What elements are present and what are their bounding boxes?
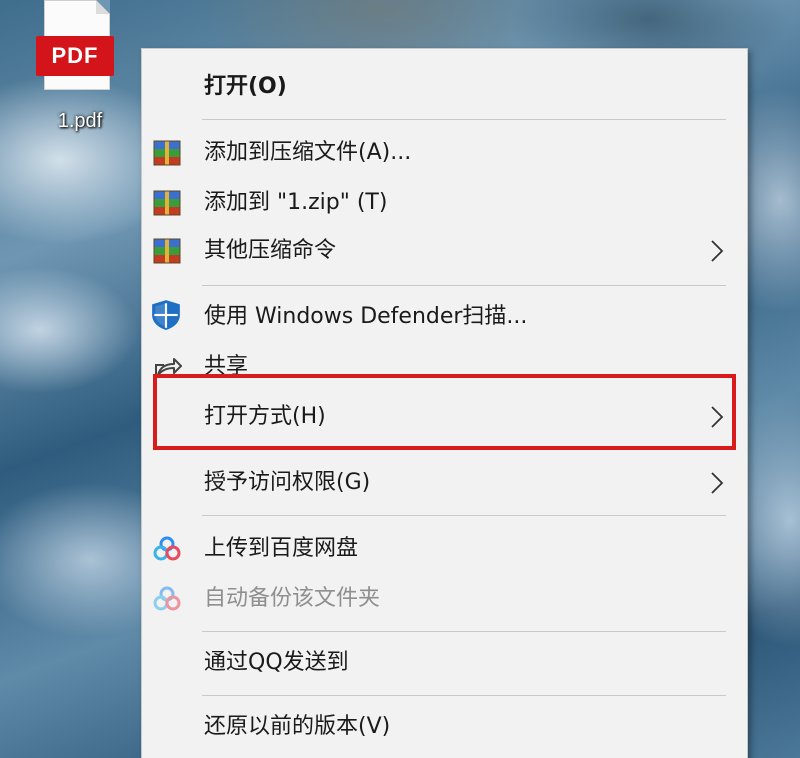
winrar-archive-icon [153,190,181,216]
menu-item-label: 上传到百度网盘 [204,536,359,561]
menu-item-label: 授予访问权限(G) [204,470,371,495]
menu-separator [202,695,726,696]
winrar-archive-icon [153,238,181,264]
pdf-file-icon[interactable]: PDF 1.pdf [30,0,130,140]
menu-item-add-to-archive[interactable]: 添加到压缩文件(A)... [142,131,747,175]
pdf-badge: PDF [36,36,114,76]
winrar-archive-icon [153,140,181,166]
menu-item-label: 自动备份该文件夹 [204,586,381,611]
menu-item-label: 添加到 "1.zip" (T) [204,190,388,215]
menu-item-auto-backup-folder[interactable]: 自动备份该文件夹 [142,577,747,621]
menu-separator [202,119,726,120]
chevron-right-icon [711,240,724,262]
menu-item-restore-previous-versions[interactable]: 还原以前的版本(V) [142,705,747,749]
menu-item-give-access[interactable]: 授予访问权限(G) [142,461,747,505]
menu-item-send-via-qq[interactable]: 通过QQ发送到 [142,641,747,685]
menu-item-open[interactable]: 打开(O) [142,65,747,109]
menu-separator [202,515,726,516]
desktop: PDF 1.pdf 打开(O) 添加到压缩文件(A)... 添加到 "1.zip… [0,0,800,758]
windows-defender-shield-icon [152,300,180,330]
menu-item-defender-scan[interactable]: 使用 Windows Defender扫描... [142,295,747,339]
menu-item-label: 其他压缩命令 [204,238,337,263]
menu-separator [202,285,726,286]
file-name-label[interactable]: 1.pdf [30,110,130,133]
menu-item-more-compress-commands[interactable]: 其他压缩命令 [142,229,747,273]
baidu-netdisk-icon [153,536,181,561]
menu-item-label: 添加到压缩文件(A)... [204,140,412,165]
menu-item-label: 通过QQ发送到 [204,650,349,675]
menu-separator [202,631,726,632]
menu-item-label: 还原以前的版本(V) [204,714,391,739]
menu-item-upload-baidu[interactable]: 上传到百度网盘 [142,527,747,571]
menu-item-label: 使用 Windows Defender扫描... [204,304,528,329]
menu-item-label: 打开(O) [204,74,287,99]
chevron-right-icon [711,472,724,494]
baidu-netdisk-icon [153,586,181,611]
menu-item-add-to-zip[interactable]: 添加到 "1.zip" (T) [142,181,747,225]
highlight-annotation-box [153,374,736,450]
